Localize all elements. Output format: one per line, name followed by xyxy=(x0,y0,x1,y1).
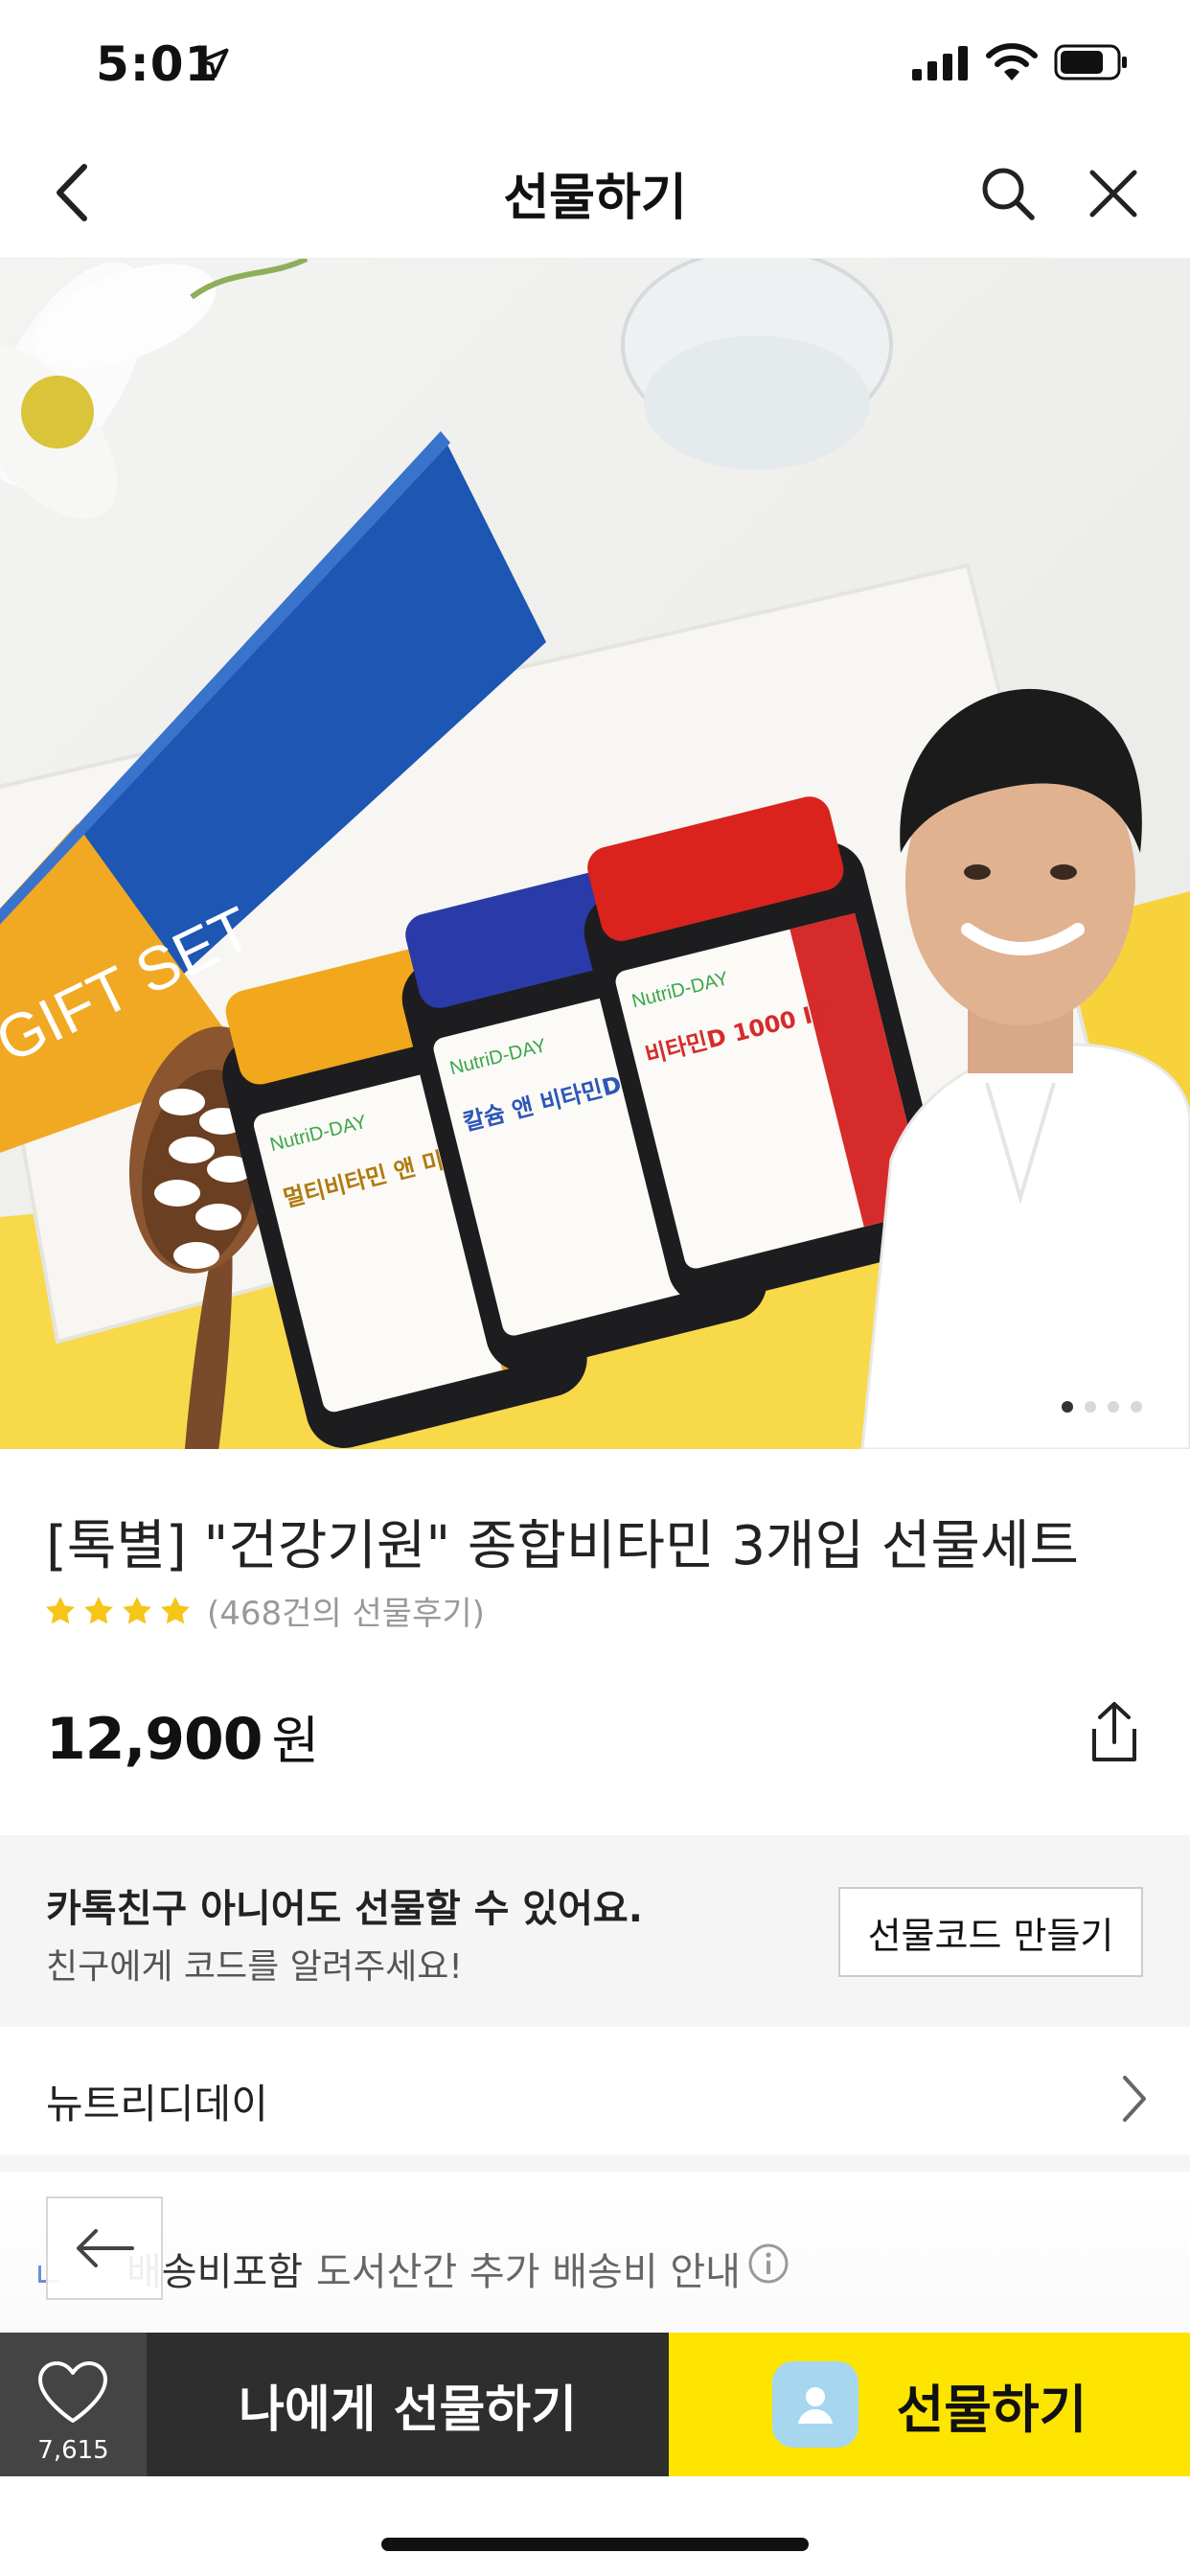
person-icon xyxy=(797,2387,833,2424)
review-count: (468건의 선물후기) xyxy=(207,1595,485,1633)
status-bar: 5:01 xyxy=(0,0,1190,130)
cellular-signal-icon xyxy=(912,46,968,80)
floating-back-button[interactable] xyxy=(46,2196,163,2300)
gift-code-subtext: 친구에게 코드를 알려주세요! xyxy=(46,1947,463,1987)
gift-code-banner: 카톡친구 아니어도 선물할 수 있어요. 친구에게 코드를 알려주세요! 선물코… xyxy=(0,1835,1190,2027)
home-indicator xyxy=(381,2538,809,2551)
star-icon xyxy=(161,1596,190,1623)
brand-name: 뉴트리디데이 xyxy=(46,2081,268,2128)
share-icon[interactable] xyxy=(1081,1698,1148,1765)
wishlist-button[interactable]: 7,615 xyxy=(0,2333,147,2476)
gift-code-headline: 카톡친구 아니어도 선물할 수 있어요. xyxy=(46,1887,643,1931)
pager-dot xyxy=(1131,1401,1142,1413)
send-gift-label: 선물하기 xyxy=(896,2379,1087,2440)
star-icon xyxy=(84,1596,113,1623)
brand-row[interactable]: 뉴트리디데이 xyxy=(0,2028,1190,2172)
gift-to-myself-button[interactable]: 나에게 선물하기 xyxy=(147,2333,669,2476)
top-navigation-bar: 선물하기 xyxy=(0,130,1190,259)
pager-dot-active xyxy=(1062,1401,1073,1413)
product-image-carousel[interactable]: GIFT SET NutriD-DAY 멀티비타민 앤 미네랄 NutriD-D… xyxy=(0,259,1190,1449)
carousel-pager xyxy=(1062,1401,1142,1413)
pager-dot xyxy=(1085,1401,1096,1413)
water-glass xyxy=(621,259,893,470)
send-gift-button[interactable]: 선물하기 xyxy=(669,2333,1190,2476)
location-arrow-icon xyxy=(198,48,229,79)
friend-avatar xyxy=(771,2361,858,2448)
product-photo: GIFT SET NutriD-DAY 멀티비타민 앤 미네랄 NutriD-D… xyxy=(0,259,1190,1449)
bottom-action-bar: 7,615 나에게 선물하기 선물하기 xyxy=(0,2333,1190,2476)
product-price: 12,900 원 xyxy=(46,1698,320,1774)
battery-icon xyxy=(1054,44,1127,80)
gift-product-page: 5:01 선물하기 GIFT SET NutriD-DAY 멀티비타민 앤 미네… xyxy=(0,0,1190,2576)
info-icon[interactable] xyxy=(747,2242,790,2285)
rating-summary[interactable]: (468건의 선물후기) xyxy=(44,1587,485,1634)
pager-dot xyxy=(1108,1401,1119,1413)
product-title: [톡별] "건강기원" 종합비타민 3개입 선물세트 xyxy=(46,1515,1079,1577)
price-value: 12,900 xyxy=(46,1706,263,1773)
wishlist-count: 7,615 xyxy=(37,2436,109,2465)
wifi-icon xyxy=(986,43,1038,80)
close-icon[interactable] xyxy=(1083,163,1144,224)
price-unit: 원 xyxy=(271,1711,320,1771)
search-icon[interactable] xyxy=(977,163,1039,224)
star-icon xyxy=(46,1596,75,1623)
left-arrow-icon xyxy=(77,2229,134,2267)
star-icon xyxy=(123,1596,151,1623)
heart-icon xyxy=(38,2361,107,2423)
chevron-right-icon xyxy=(1123,2076,1146,2122)
remote-area-shipping-note[interactable]: 도서산간 추가 배송비 안내 xyxy=(316,2241,741,2296)
create-gift-code-button[interactable]: 선물코드 만들기 xyxy=(838,1887,1143,1977)
shipping-info-row: 배송비포함 도서산간 추가 배송비 안내 xyxy=(0,2189,1190,2333)
